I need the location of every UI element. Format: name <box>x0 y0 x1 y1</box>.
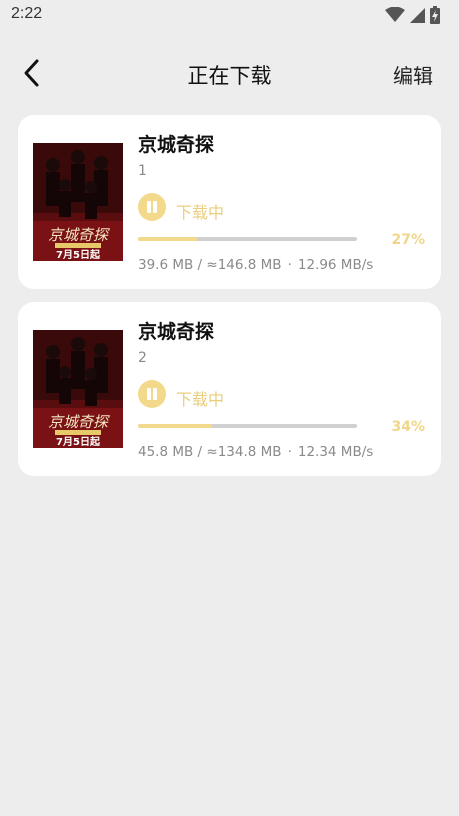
page-title: 正在下载 <box>187 64 272 88</box>
task-status: 下载中 <box>176 390 225 409</box>
poster-title: 京城奇探 <box>48 226 110 244</box>
poster-date: 7月5日起 <box>56 435 101 448</box>
task-episode: 1 <box>138 163 147 179</box>
edit-button[interactable]: 编辑 <box>393 60 433 89</box>
meta-separator: · <box>287 257 292 273</box>
task-title: 京城奇探 <box>138 321 215 343</box>
download-task-card[interactable]: 京城奇探 7月5日起 京城奇探 1 下载中 27% 39.6 MB / ≈146… <box>18 115 441 289</box>
battery-icon <box>429 6 441 24</box>
download-speed: 12.96 MB/s <box>297 257 374 273</box>
status-icons <box>385 6 441 24</box>
poster-title: 京城奇探 <box>48 413 110 431</box>
poster-date: 7月5日起 <box>56 248 101 261</box>
task-percent: 27% <box>391 232 425 248</box>
task-status: 下载中 <box>176 203 225 222</box>
progress-bar <box>138 424 357 428</box>
download-task-list: 京城奇探 7月5日起 京城奇探 1 下载中 27% 39.6 MB / ≈146… <box>18 115 441 489</box>
pause-button[interactable] <box>138 380 166 408</box>
progress-fill <box>138 237 198 241</box>
signal-icon <box>409 7 425 23</box>
progress-bar <box>138 237 357 241</box>
download-speed: 12.34 MB/s <box>297 444 374 460</box>
task-episode: 2 <box>138 350 147 366</box>
meta-separator: · <box>287 444 292 460</box>
task-meta: 45.8 MB / ≈134.8 MB · 12.34 MB/s <box>138 444 373 460</box>
downloaded-size: 45.8 MB / ≈134.8 MB <box>138 444 282 460</box>
downloaded-size: 39.6 MB / ≈146.8 MB <box>138 257 282 273</box>
nav-bar: 正在下载 编辑 <box>0 48 459 100</box>
task-percent: 34% <box>391 419 425 435</box>
poster-thumbnail[interactable]: 京城奇探 7月5日起 <box>33 330 123 448</box>
pause-button[interactable] <box>138 193 166 221</box>
download-task-card[interactable]: 京城奇探 7月5日起 京城奇探 2 下载中 34% 45.8 MB / ≈134… <box>18 302 441 476</box>
task-meta: 39.6 MB / ≈146.8 MB · 12.96 MB/s <box>138 257 373 273</box>
status-time: 2:22 <box>11 5 43 22</box>
status-bar: 2:22 <box>0 0 459 32</box>
poster-thumbnail[interactable]: 京城奇探 7月5日起 <box>33 143 123 261</box>
progress-fill <box>138 424 213 428</box>
wifi-icon <box>385 7 405 23</box>
task-title: 京城奇探 <box>138 134 215 156</box>
